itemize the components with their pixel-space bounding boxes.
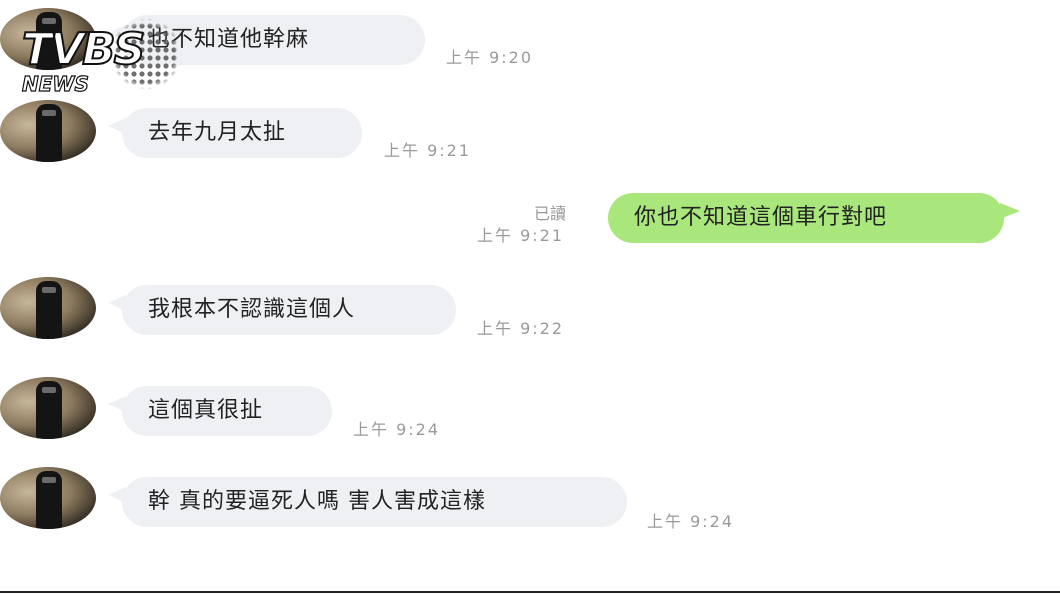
read-status: 已讀 bbox=[534, 204, 567, 223]
message-time: 上午 9:24 bbox=[647, 512, 735, 531]
message-bubble[interactable]: 這個真很扯 bbox=[108, 386, 332, 436]
message-bubble[interactable]: 幹 真的要逼死人嗎 害人害成這樣 bbox=[108, 477, 627, 527]
avatar[interactable] bbox=[0, 377, 96, 439]
watermark-sub: NEWS bbox=[21, 71, 89, 96]
message-text: 幹 真的要逼死人嗎 害人害成這樣 bbox=[148, 489, 486, 514]
message-text: 去年九月太扯 bbox=[148, 120, 287, 145]
message-text: 你也不知道這個車行對吧 bbox=[634, 205, 888, 230]
chat-window: 也不知道他幹麻 上午 9:20 去年九月太扯 上午 9:21 已讀 上午 9:2… bbox=[0, 0, 1060, 596]
message-time: 上午 9:20 bbox=[446, 48, 534, 67]
avatar[interactable] bbox=[0, 277, 96, 339]
avatar[interactable] bbox=[0, 100, 96, 162]
message-bubble[interactable]: 你也不知道這個車行對吧 bbox=[608, 193, 1020, 243]
message-text: 我根本不認識這個人 bbox=[148, 297, 356, 322]
message-text: 這個真很扯 bbox=[148, 398, 264, 423]
message-time: 上午 9:21 bbox=[477, 226, 565, 245]
message-bubble[interactable]: 去年九月太扯 bbox=[108, 108, 362, 158]
message-bubble[interactable]: 我根本不認識這個人 bbox=[108, 285, 456, 335]
message-time: 上午 9:22 bbox=[477, 319, 565, 338]
avatar[interactable] bbox=[0, 467, 96, 529]
watermark-main: TVBS bbox=[21, 23, 146, 76]
message-time: 上午 9:24 bbox=[353, 420, 441, 439]
tvbs-news-watermark: TVBS NEWS bbox=[14, 8, 184, 98]
message-time: 上午 9:21 bbox=[384, 141, 472, 160]
divider bbox=[0, 591, 1060, 593]
